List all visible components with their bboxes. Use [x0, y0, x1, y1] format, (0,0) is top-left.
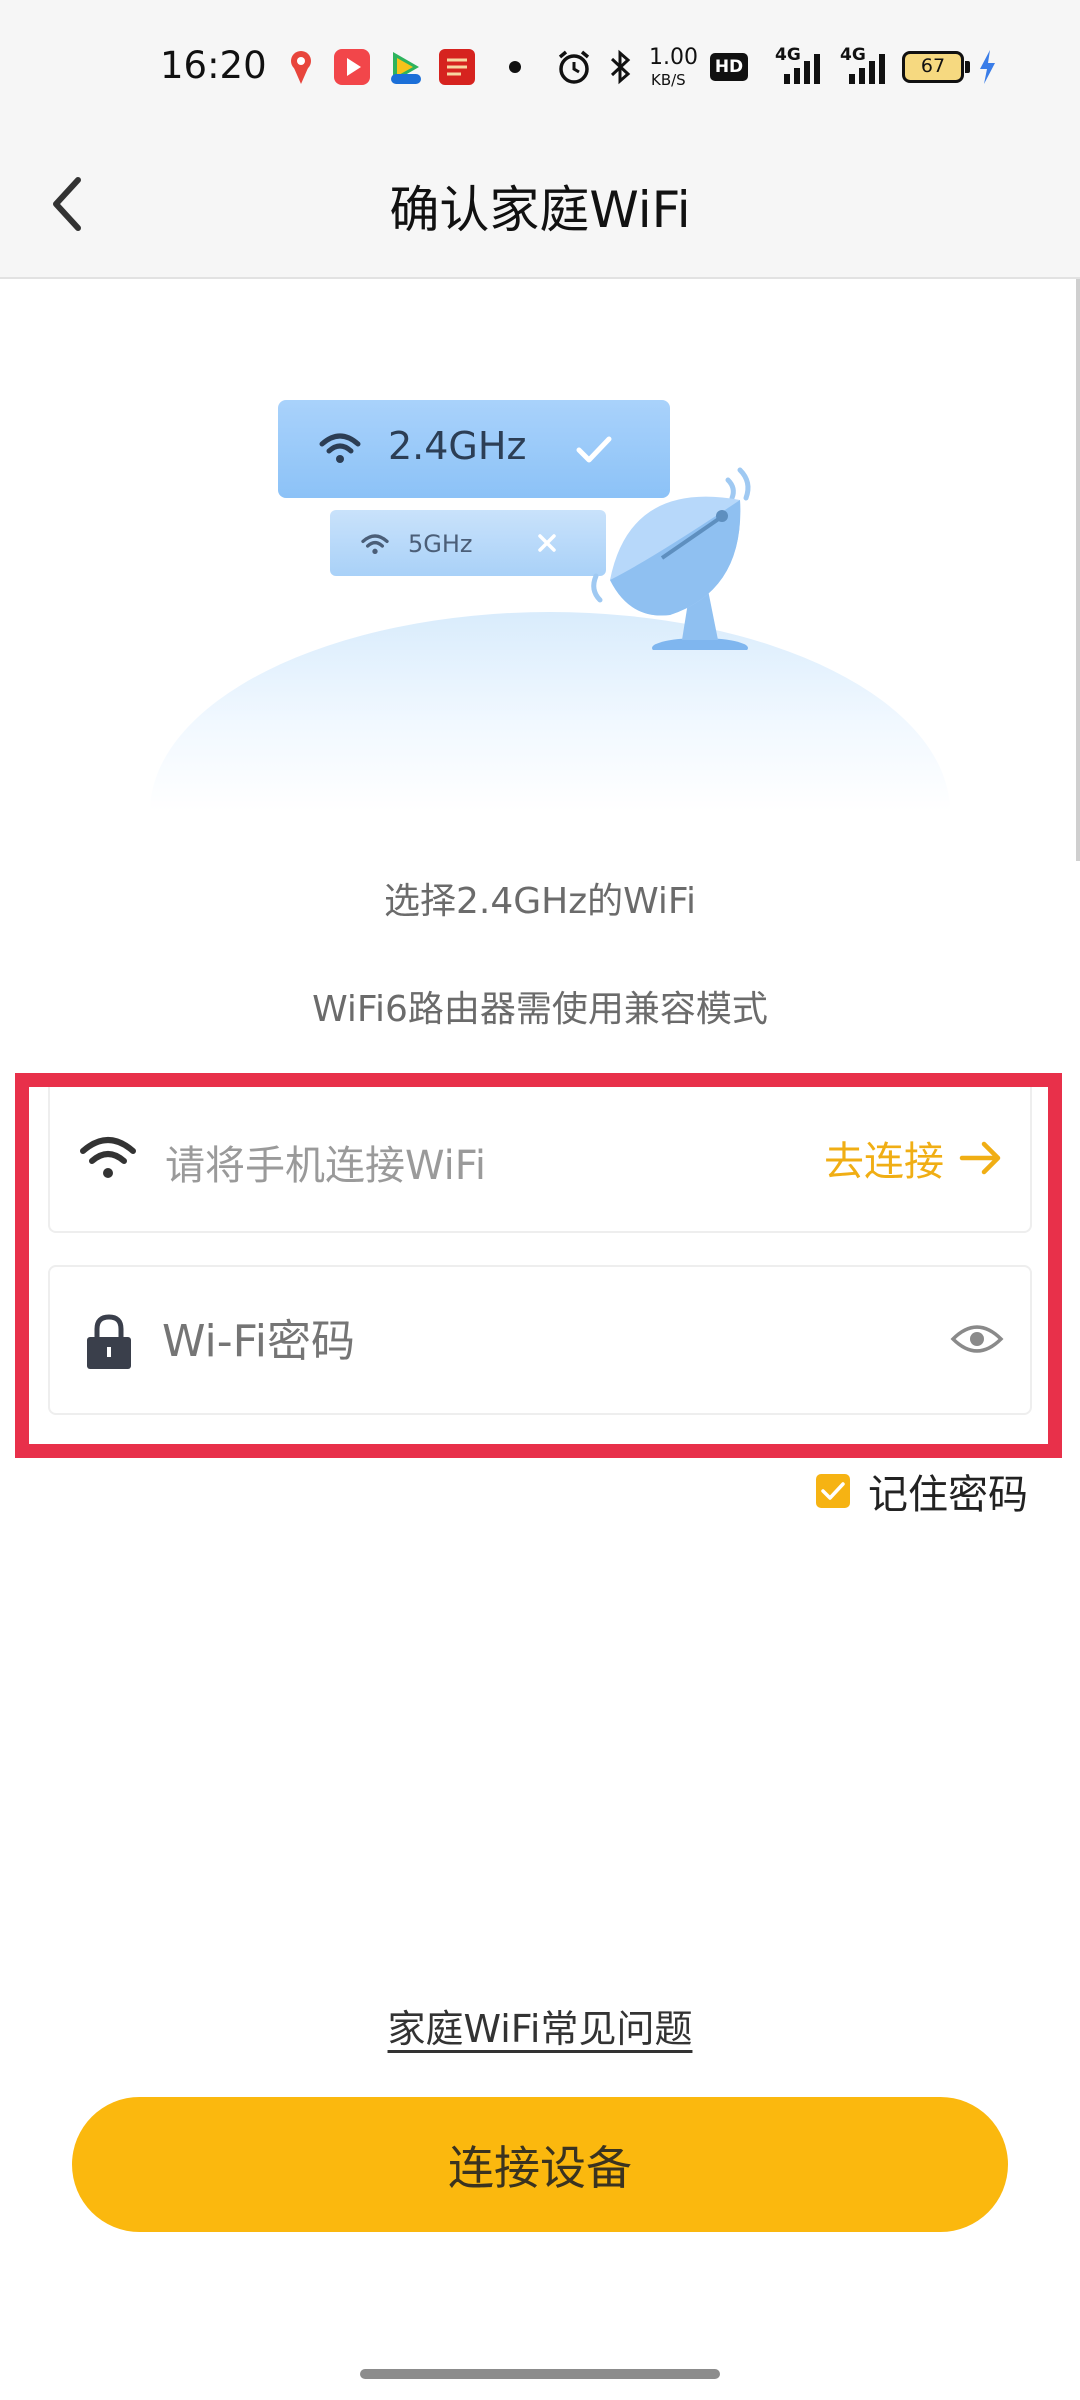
page-title: 确认家庭WiFi: [389, 181, 691, 239]
bluetooth-icon: [610, 49, 631, 85]
map-pin-icon: [291, 51, 311, 84]
wifi-band-illustration: 2.4GHz 5GHz: [130, 390, 950, 812]
highlight-frame: [15, 1073, 1062, 1458]
net-speed-unit: KB/S: [651, 71, 686, 89]
net-speed-value: 1.00: [649, 45, 698, 70]
status-time: 16:20: [160, 44, 267, 87]
news-app-icon: [439, 49, 475, 85]
signal-1-icon: [784, 54, 820, 84]
remember-label: 记住密码: [868, 1472, 1028, 1518]
faq-link[interactable]: 家庭WiFi常见问题: [0, 1998, 1080, 2053]
video-app-icon: [334, 49, 370, 85]
remember-checkbox[interactable]: [816, 1474, 850, 1508]
battery-icon: 67: [902, 51, 964, 83]
battery-level: 67: [920, 55, 946, 77]
hint-line-2: WiFi6路由器需使用兼容模式: [312, 989, 768, 1030]
check-icon: [821, 1482, 845, 1500]
home-indicator[interactable]: [360, 2369, 720, 2379]
wifi-icon: [319, 433, 361, 463]
cross-icon: [538, 534, 556, 552]
band-5ghz-card: 5GHz: [330, 510, 606, 576]
alarm-icon: [558, 50, 590, 84]
scrollbar[interactable]: [1076, 279, 1080, 861]
hd-badge: HD: [710, 53, 748, 81]
signal-2-icon: [849, 54, 885, 84]
tv-app-icon: [391, 52, 421, 84]
status-bar: 16:20 1.00 KB/S HD 4G 4G 67: [0, 0, 1080, 135]
band-5ghz-label: 5GHz: [408, 530, 473, 558]
wifi-icon: [361, 534, 389, 554]
battery-cap: [965, 61, 970, 73]
dot-icon: [509, 61, 521, 73]
nav-bar: 确认家庭WiFi: [0, 135, 1080, 279]
band-24ghz-label: 2.4GHz: [388, 424, 527, 468]
illustration-ground: [150, 612, 950, 812]
remember-password-toggle[interactable]: 记住密码: [816, 1462, 1028, 1520]
connect-device-button[interactable]: 连接设备: [72, 2097, 1008, 2232]
satellite-dish-icon: [591, 467, 751, 650]
hint-line-1: 选择2.4GHz的WiFi: [383, 881, 696, 922]
charging-icon: [980, 50, 995, 84]
